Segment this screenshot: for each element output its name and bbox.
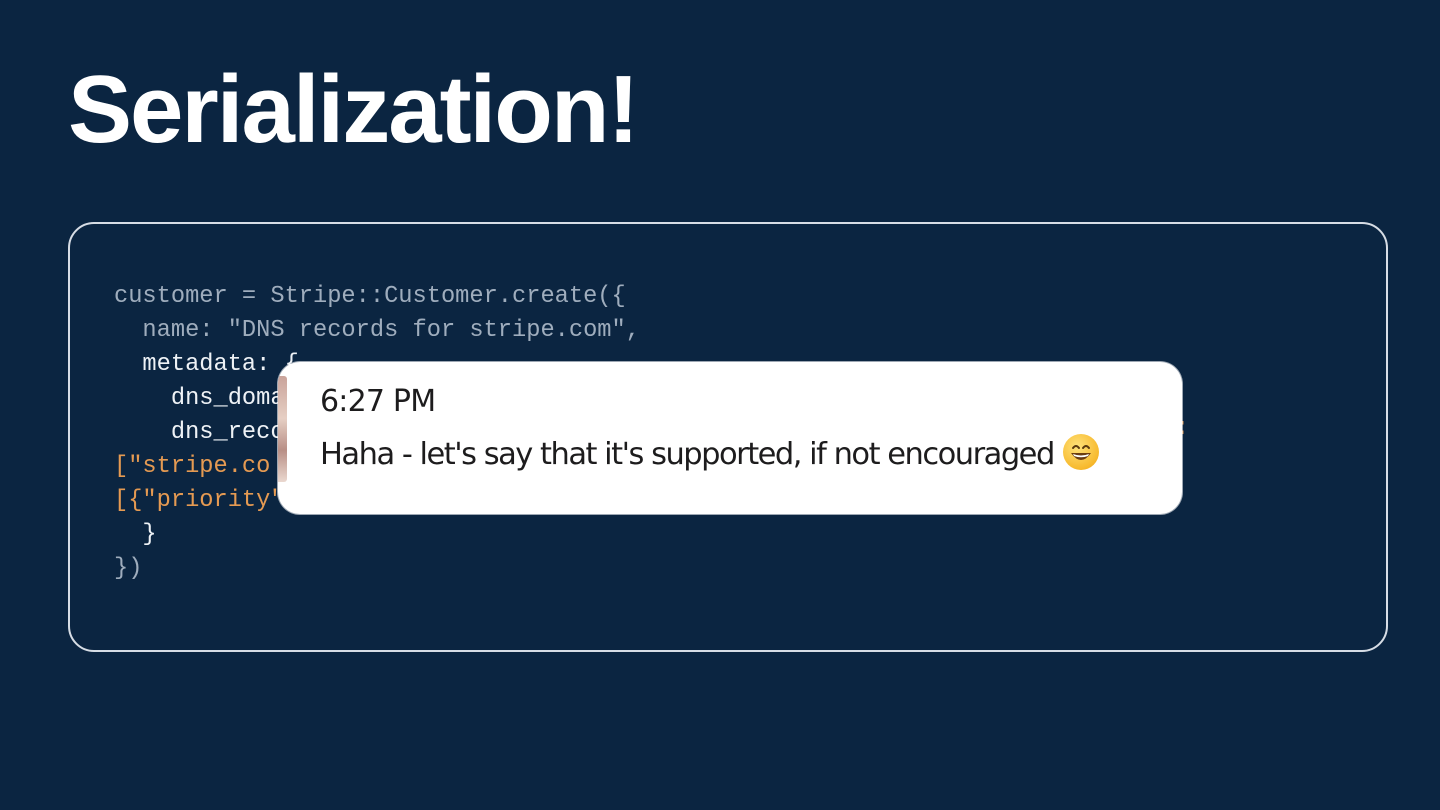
- message-text: Haha - let's say that it's supported, if…: [320, 437, 1055, 472]
- slide-title: Serialization!: [68, 56, 639, 163]
- code-line: customer = Stripe::Customer.create({: [114, 283, 626, 310]
- slide: Serialization! customer = Stripe::Custom…: [0, 0, 1440, 810]
- code-line: name: "DNS records for stripe.com",: [114, 317, 640, 344]
- code-line: }: [114, 521, 157, 548]
- grinning-face-icon: [1062, 434, 1099, 470]
- message-timestamp: 6:27 PM: [320, 384, 436, 419]
- avatar: [278, 376, 287, 482]
- message-text-row: Haha - let's say that it's supported, if…: [320, 434, 1099, 475]
- code-line: }): [114, 555, 143, 582]
- chat-message-card: 6:27 PM Haha - let's say that it's suppo…: [278, 362, 1182, 514]
